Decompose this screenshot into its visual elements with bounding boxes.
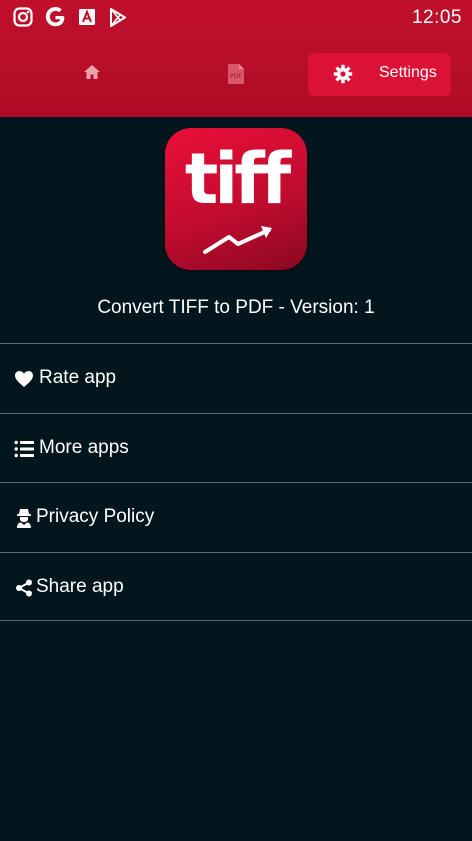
more-apps-label: More apps [39,436,129,458]
instagram-icon [12,6,34,28]
privacy-policy-item[interactable]: Privacy Policy [0,482,472,552]
play-store-icon [107,6,129,28]
top-app-bar: 12:05 PDF Settings [0,0,472,117]
app-title: Convert TIFF to PDF - Version: 1 [97,297,375,318]
trend-arrow-icon [203,226,272,254]
rate-app-label: Rate app [39,367,117,388]
pdf-tab[interactable]: PDF [214,52,258,96]
status-bar: 12:05 [0,0,472,34]
rate-app-item[interactable]: Rate app [0,343,472,413]
more-apps-item[interactable]: More apps [0,412,472,483]
status-time: 12:05 [411,7,462,28]
nav-bar: PDF Settings [0,52,472,96]
share-app-label: Share app [36,575,124,597]
google-icon [44,6,66,28]
home-tab[interactable] [70,52,114,96]
home-icon [83,64,101,85]
settings-tab[interactable]: Settings [308,53,451,96]
settings-menu: Rate app More apps Privacy Policy Share … [0,343,472,621]
settings-label: Settings [379,64,437,81]
privacy-policy-label: Privacy Policy [36,506,155,527]
share-app-item[interactable]: Share app [0,551,472,621]
app-logo: tiff [165,128,307,270]
pdf-badge: PDF [230,73,242,80]
user-secret-icon [13,507,35,529]
gear-icon [333,64,353,89]
android-a-icon [76,6,98,28]
list-icon [13,438,35,460]
heart-icon [13,368,35,390]
pdf-file-icon: PDF [227,63,245,85]
share-icon [13,577,35,599]
